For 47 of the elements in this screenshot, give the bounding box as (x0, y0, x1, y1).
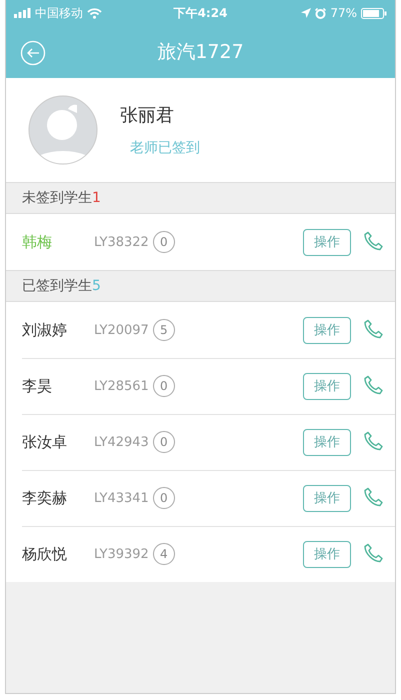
action-button[interactable]: 操作 (303, 484, 351, 512)
action-button[interactable]: 操作 (303, 428, 351, 456)
score-badge: 5 (152, 319, 175, 341)
location-arrow-icon (301, 8, 312, 18)
student-name: 杨欣悦 (22, 544, 68, 564)
avatar-placeholder (28, 95, 98, 165)
student-id: LY43341 (94, 490, 149, 506)
carrier-name: 中国移动 (35, 4, 83, 22)
phone-icon[interactable] (363, 319, 385, 341)
teacher-name: 张丽君 (120, 104, 175, 127)
action-button[interactable]: 操作 (303, 540, 351, 568)
student-name: 李昊 (22, 376, 53, 396)
wifi-icon (87, 8, 102, 18)
back-button[interactable] (20, 40, 46, 66)
section-title: 未签到学生 (22, 189, 92, 207)
phone-icon[interactable] (363, 487, 385, 509)
student-id: LY28561 (94, 378, 149, 394)
score-badge: 4 (152, 543, 175, 565)
student-name: 张汝卓 (22, 432, 68, 452)
student-name: 刘淑婷 (22, 320, 68, 340)
phone-icon[interactable] (363, 375, 385, 397)
clock-time: 下午4:24 (174, 4, 228, 22)
battery-percent: 77% (330, 6, 358, 20)
score-badge: 0 (152, 487, 175, 509)
alarm-clock-icon (315, 8, 326, 18)
score-badge: 0 (152, 375, 175, 397)
action-button[interactable]: 操作 (303, 228, 351, 256)
student-id: LY42943 (94, 434, 149, 450)
battery-icon (361, 8, 388, 18)
student-id: LY39392 (94, 546, 149, 562)
action-button[interactable]: 操作 (303, 316, 351, 344)
phone-icon[interactable] (363, 231, 385, 253)
student-id: LY38322 (94, 234, 149, 250)
score-badge: 0 (152, 231, 175, 253)
sign-in-status: 老师已签到 (129, 139, 200, 157)
student-id: LY20097 (94, 322, 149, 338)
phone-icon[interactable] (363, 543, 385, 565)
action-button[interactable]: 操作 (303, 372, 351, 400)
signal-icon (14, 8, 31, 18)
page-title: 旅汽1727 (157, 40, 244, 65)
phone-icon[interactable] (363, 431, 385, 453)
score-badge: 0 (152, 431, 175, 453)
section-count: 5 (92, 278, 101, 294)
section-title: 已签到学生 (22, 277, 92, 295)
section-count: 1 (92, 190, 101, 206)
student-name: 李奕赫 (22, 488, 68, 508)
student-name: 韩梅 (22, 232, 53, 252)
